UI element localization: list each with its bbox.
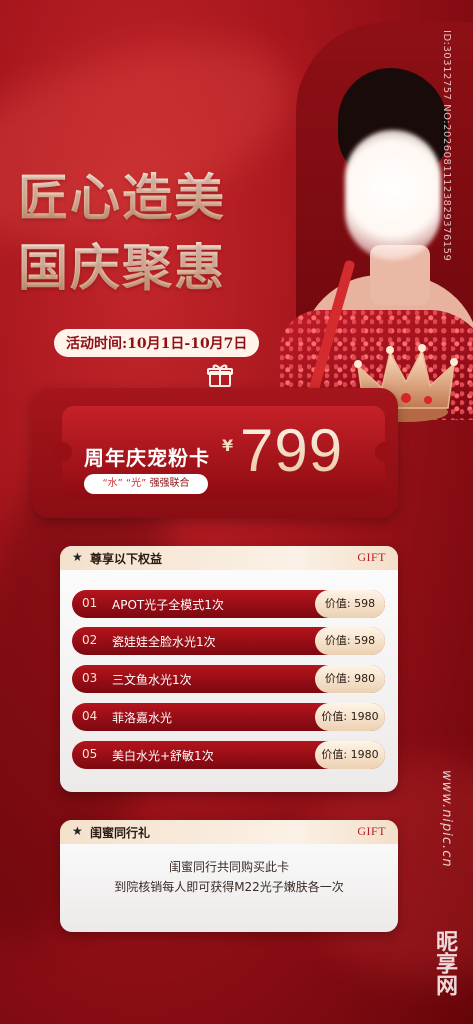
friends-gift-label: GIFT bbox=[357, 824, 386, 838]
headline-line2: 国庆聚惠 bbox=[18, 228, 226, 300]
benefit-number: 02 bbox=[82, 633, 98, 647]
benefit-row[interactable]: 04 菲洛嘉水光 价值: 1980 bbox=[72, 703, 385, 731]
card-tagline: “水” “光” 强强联合 bbox=[84, 474, 208, 494]
poster: 匠心造美 国庆聚惠 活动时间:10月1日-10月7日 周年庆宠粉卡 “水” “光… bbox=[0, 0, 473, 1024]
event-date-pill: 活动时间:10月1日-10月7日 bbox=[54, 329, 260, 357]
tagline-water: “水” bbox=[102, 478, 123, 489]
watermark-id: ID:30312757 NO:20260811123829376159 bbox=[441, 30, 452, 262]
friends-header: ★ 闺蜜同行礼 GIFT bbox=[60, 820, 398, 844]
benefit-row[interactable]: 02 瓷娃娃全脸水光1次 价值: 598 bbox=[72, 627, 385, 655]
tagline-rest: 强强联合 bbox=[149, 478, 190, 489]
star-icon: ★ bbox=[72, 824, 83, 838]
friends-title: 闺蜜同行礼 bbox=[90, 826, 151, 840]
currency-symbol: ¥ bbox=[222, 436, 234, 455]
card-name: 周年庆宠粉卡 bbox=[84, 446, 210, 470]
benefit-value: 价值: 598 bbox=[315, 590, 385, 618]
card-price: 799 bbox=[240, 417, 344, 484]
benefits-gift-label: GIFT bbox=[357, 550, 386, 564]
benefit-name: 菲洛嘉水光 bbox=[112, 711, 173, 725]
benefits-panel: ★ 尊享以下权益 GIFT 01 APOT光子全模式1次 价值: 598 02 … bbox=[60, 546, 398, 792]
benefit-name: 瓷娃娃全脸水光1次 bbox=[112, 635, 216, 649]
watermark-site: www.nipic.cn bbox=[439, 770, 454, 868]
gift-box-icon bbox=[207, 364, 233, 387]
benefit-number: 03 bbox=[82, 671, 98, 685]
benefit-name: APOT光子全模式1次 bbox=[112, 598, 224, 612]
friends-line1: 闺蜜同行共同购买此卡 bbox=[168, 860, 289, 874]
star-icon: ★ bbox=[72, 550, 83, 564]
benefits-header: ★ 尊享以下权益 GIFT bbox=[60, 546, 398, 570]
benefit-value: 价值: 598 bbox=[315, 627, 385, 655]
benefit-value: 价值: 1980 bbox=[315, 741, 385, 769]
tagline-light: “光” bbox=[126, 478, 147, 489]
benefit-name: 三文鱼水光1次 bbox=[112, 673, 192, 687]
benefit-name: 美白水光+舒敏1次 bbox=[112, 749, 214, 763]
benefit-number: 05 bbox=[82, 747, 98, 761]
model-face-blurred bbox=[345, 130, 441, 260]
benefit-number: 01 bbox=[82, 596, 98, 610]
benefits-title: 尊享以下权益 bbox=[90, 552, 163, 566]
friends-gift-panel: ★ 闺蜜同行礼 GIFT 闺蜜同行共同购买此卡 到院核销每人即可获得M22光子嫩… bbox=[60, 820, 398, 932]
headline-line1: 匠心造美 bbox=[18, 158, 226, 230]
benefit-row[interactable]: 01 APOT光子全模式1次 价值: 598 bbox=[72, 590, 385, 618]
benefit-row[interactable]: 05 美白水光+舒敏1次 价值: 1980 bbox=[72, 741, 385, 769]
benefit-value: 价值: 1980 bbox=[315, 703, 385, 731]
watermark-logo: 昵享网 bbox=[432, 930, 457, 996]
benefit-row[interactable]: 03 三文鱼水光1次 价值: 980 bbox=[72, 665, 385, 693]
benefit-number: 04 bbox=[82, 709, 98, 723]
benefit-value: 价值: 980 bbox=[315, 665, 385, 693]
friends-line2: 到院核销每人即可获得M22光子嫩肤各一次 bbox=[114, 880, 344, 894]
